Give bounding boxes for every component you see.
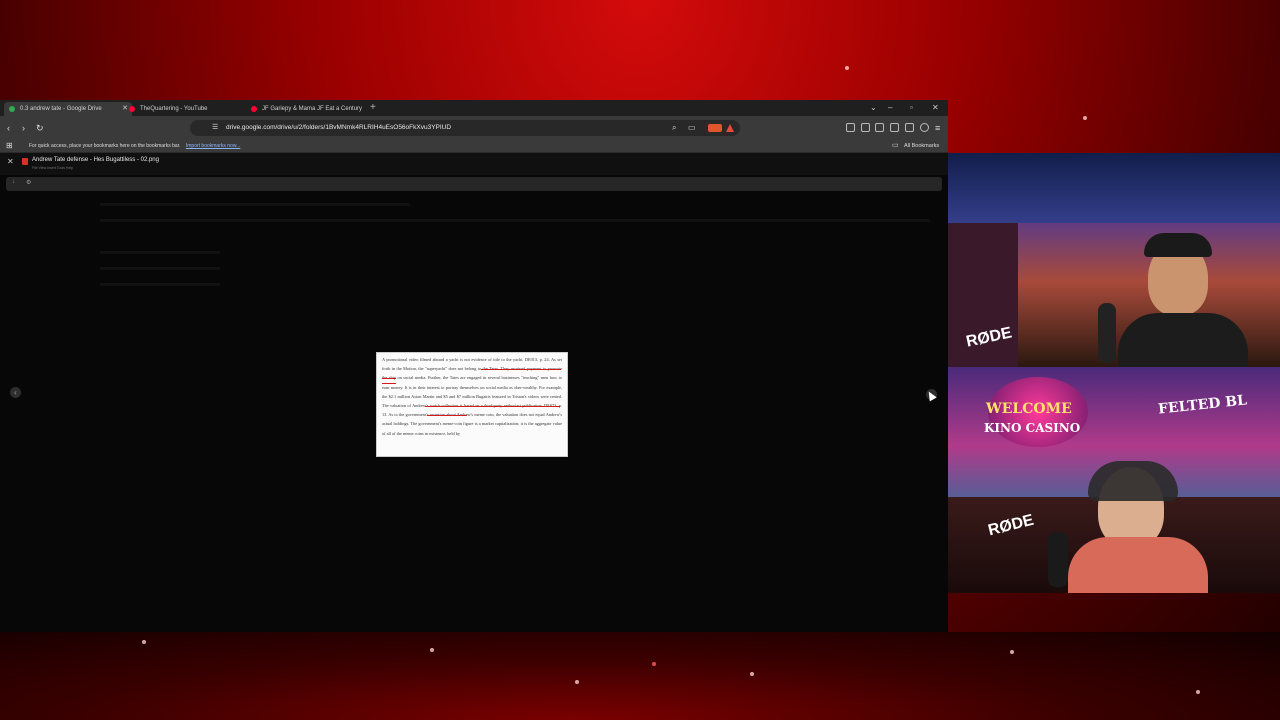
new-tab-button[interactable]: + <box>370 102 376 114</box>
spark <box>430 648 434 652</box>
youtube-icon <box>251 106 257 112</box>
vpn-icon[interactable] <box>920 123 929 132</box>
spark <box>575 680 579 684</box>
forward-icon[interactable]: › <box>22 122 25 134</box>
address-bar[interactable]: ☰ drive.google.com/drive/u/2/folders/1Bv… <box>190 120 740 136</box>
reload-icon[interactable]: ↻ <box>36 122 44 134</box>
stream-background-bottom <box>0 632 1280 720</box>
tab-label: 0.3 andrew tate - Google Drive <box>20 106 102 112</box>
background-row <box>100 219 930 222</box>
bookmarks-message-text: For quick access, place your bookmarks h… <box>29 143 181 149</box>
tab-google-drive[interactable]: 0.3 andrew tate - Google Drive ✕ <box>4 102 132 116</box>
tab-label: JF Gariepy & Mama JF Eat a Century <box>262 106 363 112</box>
annotation-underline <box>382 383 396 384</box>
brave-shield-icon[interactable] <box>708 124 722 132</box>
back-icon[interactable]: ‹ <box>7 122 10 134</box>
minimize-icon[interactable]: – <box>888 101 892 115</box>
tab-bar: 0.3 andrew tate - Google Drive ✕ TheQuar… <box>0 100 948 116</box>
document-preview: A promotional video filmed aboard a yach… <box>376 352 568 457</box>
annotation-underline <box>481 369 561 370</box>
google-drive-icon <box>9 106 15 112</box>
cast-icon[interactable]: ▭ <box>688 122 696 134</box>
tab-label: TheQuartering - YouTube <box>140 106 208 112</box>
viewer-header: ✕ Andrew Tate defense - Hes Bugattiless … <box>0 153 948 175</box>
spark <box>142 640 146 644</box>
city-skyline <box>948 153 1280 223</box>
folder-icon: ▭ <box>892 142 899 149</box>
bookmarks-bar: ⊞ For quick access, place your bookmarks… <box>0 140 948 153</box>
felted-sign: FELTED BL <box>1157 392 1248 418</box>
spark <box>845 66 849 70</box>
streamer-shirt <box>1068 537 1208 593</box>
tab-search-icon[interactable]: ⌄ <box>870 101 877 115</box>
download-icon[interactable]: ↓ <box>12 179 15 185</box>
spark <box>1010 650 1014 654</box>
webcam-streamer-1: RØDE <box>948 153 1280 367</box>
restore-icon[interactable]: ▫ <box>910 101 913 115</box>
drive-toolbar-strip: ↓ ⚙ <box>6 177 942 191</box>
kino-casino-sign: KINO CASINO <box>984 421 1081 435</box>
bookmarks-message: For quick access, place your bookmarks h… <box>29 140 240 152</box>
background-row <box>100 283 220 286</box>
image-file-icon <box>22 158 28 165</box>
spark <box>750 672 754 676</box>
rewards-icon[interactable] <box>726 124 734 132</box>
zoom-icon[interactable]: ⌕ <box>672 122 676 134</box>
settings-icon[interactable]: ⚙ <box>26 179 31 186</box>
site-info-icon[interactable]: ☰ <box>212 122 218 134</box>
extensions-icon[interactable] <box>846 123 855 132</box>
menu-icon[interactable]: ≡ <box>935 122 940 134</box>
close-icon[interactable]: ✕ <box>7 157 14 166</box>
annotation-underline <box>427 415 467 416</box>
headphones <box>1088 461 1178 501</box>
youtube-icon <box>129 106 135 112</box>
leo-icon[interactable] <box>905 123 914 132</box>
webcam-streamer-2: WELCOME KINO CASINO FELTED BL RØDE <box>948 367 1280 593</box>
annotation-underline <box>382 378 396 379</box>
background-row <box>100 203 410 206</box>
sidebar-icon[interactable] <box>875 123 884 132</box>
import-bookmarks-link[interactable]: Import bookmarks now... <box>186 143 240 149</box>
apps-icon[interactable]: ⊞ <box>6 140 13 152</box>
microphone <box>1048 532 1068 587</box>
prev-arrow-icon[interactable]: ‹ <box>10 387 21 398</box>
all-bookmarks-button[interactable]: All Bookmarks <box>904 140 939 152</box>
microphone <box>1098 303 1116 363</box>
tab-youtube-quartering[interactable]: TheQuartering - YouTube <box>124 102 252 116</box>
annotation-underline <box>425 406 560 407</box>
background-row <box>100 251 220 254</box>
spark <box>1083 116 1087 120</box>
url-text: drive.google.com/drive/u/2/folders/1BvMN… <box>226 124 452 131</box>
tab-youtube-jf[interactable]: JF Gariepy & Mama JF Eat a Century <box>246 102 374 116</box>
viewer-menu: File View Insert Tools Help <box>32 166 74 170</box>
browser-toolbar: ‹ › ↻ ☐ ☰ drive.google.com/drive/u/2/fol… <box>0 116 948 140</box>
media-icon[interactable] <box>861 123 870 132</box>
wallet-icon[interactable] <box>890 123 899 132</box>
viewer-file-name: Andrew Tate defense - Hes Bugattiless - … <box>32 157 159 163</box>
welcome-sign: WELCOME <box>986 401 1072 417</box>
document-text: A promotional video filmed aboard a yach… <box>382 357 562 436</box>
streamer-shirt <box>1118 313 1248 367</box>
background-row <box>100 267 220 270</box>
close-window-icon[interactable]: ✕ <box>932 101 939 115</box>
spark <box>652 662 656 666</box>
browser-window: 0.3 andrew tate - Google Drive ✕ TheQuar… <box>0 100 948 632</box>
spark <box>1196 690 1200 694</box>
cap <box>1144 233 1212 257</box>
